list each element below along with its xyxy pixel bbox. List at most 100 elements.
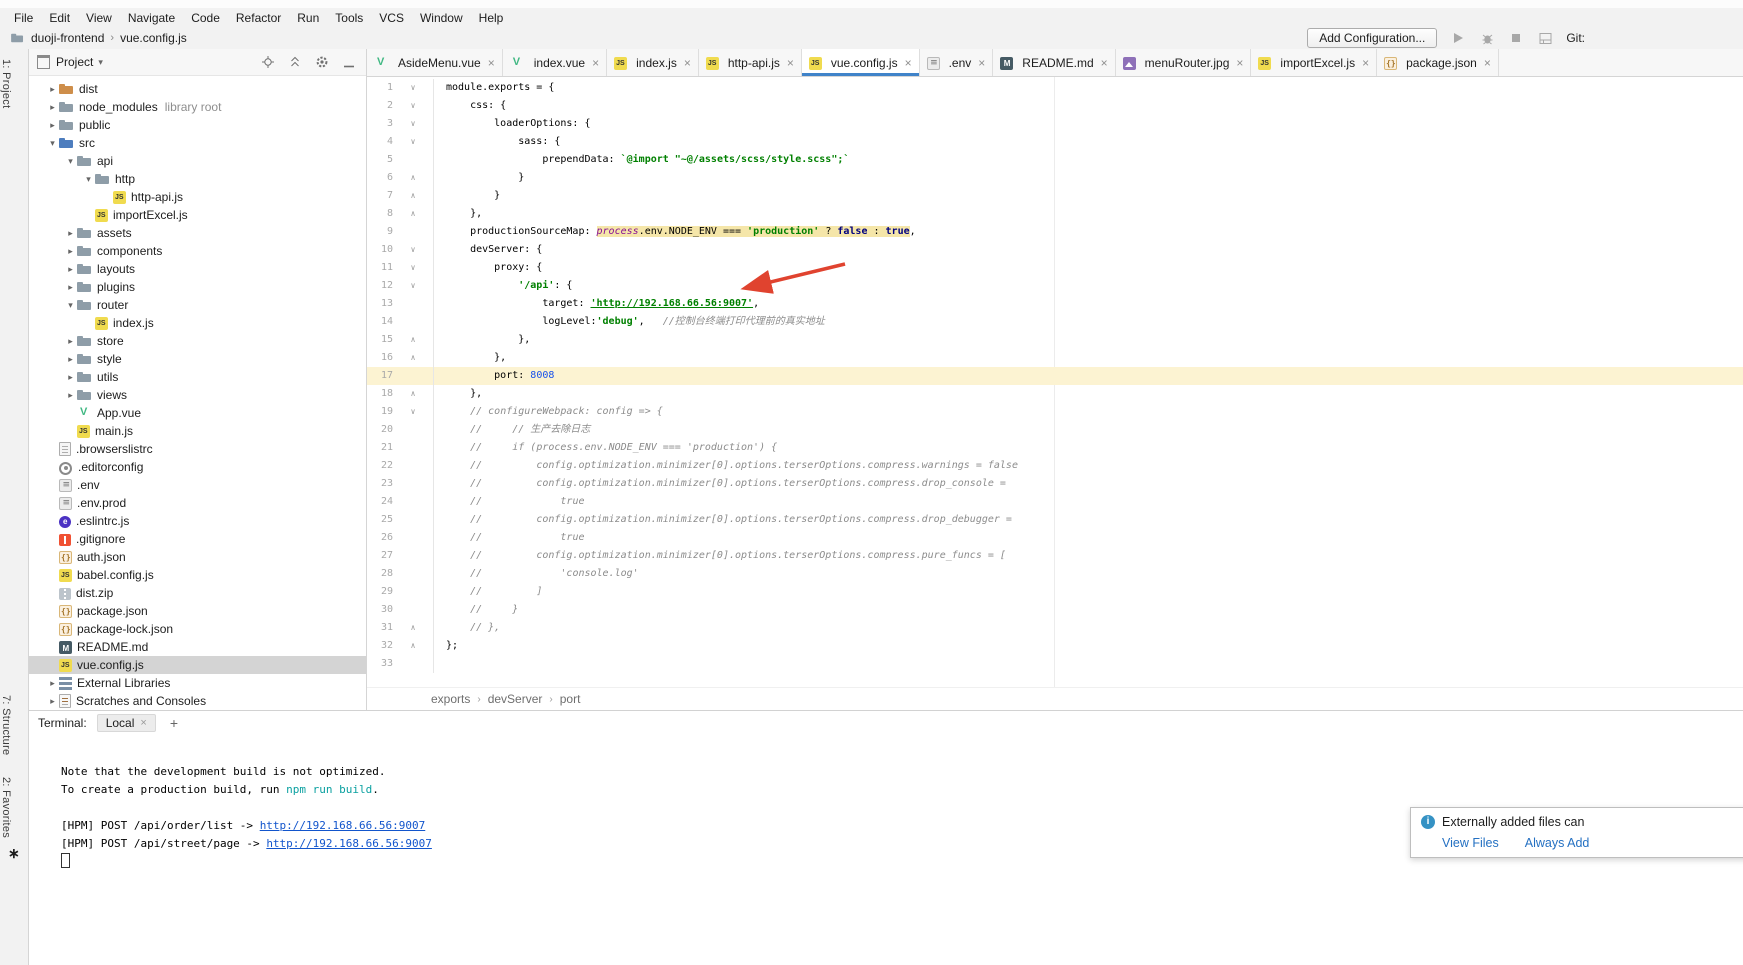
debug-icon[interactable]: [1479, 30, 1495, 46]
new-terminal-button[interactable]: +: [166, 715, 182, 731]
chevron-icon[interactable]: ▸: [46, 84, 59, 95]
code-line-26[interactable]: 26 // true: [367, 529, 1743, 547]
code-line-17[interactable]: 17 port: 8008: [367, 367, 1743, 385]
close-icon[interactable]: ×: [684, 56, 691, 70]
chevron-icon[interactable]: ▸: [46, 102, 59, 113]
code-line-24[interactable]: 24 // true: [367, 493, 1743, 511]
code-line-4[interactable]: 4∨ sass: {: [367, 133, 1743, 151]
tree-item-http-api-js[interactable]: http-api.js: [29, 188, 366, 206]
tree-item-readme-md[interactable]: README.md: [29, 638, 366, 656]
tree-item-babel-config-js[interactable]: babel.config.js: [29, 566, 366, 584]
code-line-22[interactable]: 22 // config.optimization.minimizer[0].o…: [367, 457, 1743, 475]
menu-navigate[interactable]: Navigate: [120, 9, 183, 27]
chevron-icon[interactable]: ▾: [64, 300, 77, 311]
tree-item-plugins[interactable]: ▸plugins: [29, 278, 366, 296]
tree-item-public[interactable]: ▸public: [29, 116, 366, 134]
code-line-18[interactable]: 18∧ },: [367, 385, 1743, 403]
close-icon[interactable]: ×: [140, 717, 146, 729]
menu-edit[interactable]: Edit: [41, 9, 78, 27]
stripe-tab-project[interactable]: 1: Project: [0, 53, 28, 114]
editor-tab-http-api-js[interactable]: http-api.js×: [699, 49, 802, 76]
editor-tab-package-json[interactable]: package.json×: [1377, 49, 1499, 76]
chevron-icon[interactable]: ▾: [82, 174, 95, 185]
fold-marker-icon[interactable]: ∧: [393, 187, 434, 205]
close-icon[interactable]: ×: [1236, 56, 1243, 70]
fold-marker-icon[interactable]: ∧: [393, 385, 434, 403]
tree-item-auth-json[interactable]: auth.json: [29, 548, 366, 566]
stop-icon[interactable]: [1508, 30, 1524, 46]
tree-item-utils[interactable]: ▸utils: [29, 368, 366, 386]
tree-item-gitignore[interactable]: .gitignore: [29, 530, 366, 548]
tree-item-assets[interactable]: ▸assets: [29, 224, 366, 242]
menu-vcs[interactable]: VCS: [371, 9, 412, 27]
code-line-13[interactable]: 13 target: 'http://192.168.66.56:9007',: [367, 295, 1743, 313]
chevron-icon[interactable]: ▾: [64, 156, 77, 167]
fold-marker-icon[interactable]: ∨: [393, 403, 434, 421]
close-icon[interactable]: ×: [1484, 56, 1491, 70]
code-line-28[interactable]: 28 // 'console.log': [367, 565, 1743, 583]
fold-marker-icon[interactable]: ∨: [393, 259, 434, 277]
fold-marker-icon[interactable]: ∧: [393, 205, 434, 223]
project-panel-title[interactable]: Project: [56, 55, 93, 69]
tree-item-components[interactable]: ▸components: [29, 242, 366, 260]
editor-breadcrumb-devserver[interactable]: devServer: [488, 692, 543, 706]
settings-icon[interactable]: [315, 55, 329, 69]
tree-item-eslintrc-js[interactable]: .eslintrc.js: [29, 512, 366, 530]
code-line-23[interactable]: 23 // config.optimization.minimizer[0].o…: [367, 475, 1743, 493]
editor-tab-asidemenu-vue[interactable]: AsideMenu.vue×: [367, 49, 503, 76]
chevron-icon[interactable]: ▸: [64, 390, 77, 401]
chevron-icon[interactable]: ▸: [64, 228, 77, 239]
code-line-20[interactable]: 20 // // 生产去除日志: [367, 421, 1743, 439]
close-icon[interactable]: ×: [787, 56, 794, 70]
fold-marker-icon[interactable]: ∨: [393, 241, 434, 259]
fold-marker-icon[interactable]: ∧: [393, 331, 434, 349]
breadcrumb-file[interactable]: vue.config.js: [116, 31, 191, 45]
tree-item-router[interactable]: ▾router: [29, 296, 366, 314]
menu-help[interactable]: Help: [471, 9, 512, 27]
editor-tab-vue-config-js[interactable]: vue.config.js×: [802, 49, 920, 76]
code-line-27[interactable]: 27 // config.optimization.minimizer[0].o…: [367, 547, 1743, 565]
git-widget-label[interactable]: Git:: [1566, 31, 1585, 45]
close-icon[interactable]: ×: [978, 56, 985, 70]
tree-item-store[interactable]: ▸store: [29, 332, 366, 350]
fold-marker-icon[interactable]: ∨: [393, 277, 434, 295]
tree-item-importexcel-js[interactable]: importExcel.js: [29, 206, 366, 224]
fold-marker-icon[interactable]: ∨: [393, 133, 434, 151]
editor-tab-index-vue[interactable]: index.vue×: [503, 49, 607, 76]
tree-item-dist-zip[interactable]: dist.zip: [29, 584, 366, 602]
add-configuration-button[interactable]: Add Configuration...: [1307, 28, 1437, 48]
menu-view[interactable]: View: [78, 9, 120, 27]
notification-link-view-files[interactable]: View Files: [1442, 836, 1499, 850]
chevron-icon[interactable]: ▸: [64, 246, 77, 257]
close-icon[interactable]: ×: [488, 56, 495, 70]
locate-icon[interactable]: [261, 55, 275, 69]
tree-item-app-vue[interactable]: App.vue: [29, 404, 366, 422]
terminal-link[interactable]: http://192.168.66.56:9007: [260, 819, 426, 832]
menu-run[interactable]: Run: [289, 9, 327, 27]
fold-marker-icon[interactable]: ∧: [393, 169, 434, 187]
code-line-29[interactable]: 29 // ]: [367, 583, 1743, 601]
code-line-10[interactable]: 10∨ devServer: {: [367, 241, 1743, 259]
tree-item-api[interactable]: ▾api: [29, 152, 366, 170]
tree-item-env-prod[interactable]: .env.prod: [29, 494, 366, 512]
chevron-icon[interactable]: ▾: [46, 138, 59, 149]
code-line-6[interactable]: 6∧ }: [367, 169, 1743, 187]
tree-item-style[interactable]: ▸style: [29, 350, 366, 368]
fold-marker-icon[interactable]: ∧: [393, 637, 434, 655]
menu-code[interactable]: Code: [183, 9, 228, 27]
code-line-5[interactable]: 5 prependData: `@import "~@/assets/scss/…: [367, 151, 1743, 169]
code-line-33[interactable]: 33: [367, 655, 1743, 673]
tree-item-node-modules[interactable]: ▸node_moduleslibrary root: [29, 98, 366, 116]
tree-item-main-js[interactable]: main.js: [29, 422, 366, 440]
code-line-1[interactable]: 1∨module.exports = {: [367, 79, 1743, 97]
code-line-14[interactable]: 14 logLevel:'debug', //控制台终端打印代理前的真实地址: [367, 313, 1743, 331]
chevron-icon[interactable]: ▸: [64, 336, 77, 347]
code-line-25[interactable]: 25 // config.optimization.minimizer[0].o…: [367, 511, 1743, 529]
stripe-tab-structure[interactable]: 7: Structure: [0, 689, 28, 761]
chevron-icon[interactable]: ▸: [64, 354, 77, 365]
tree-item-external-libraries[interactable]: ▸External Libraries: [29, 674, 366, 692]
stripe-tab-favorites[interactable]: 2: Favorites: [0, 771, 28, 844]
collapse-icon[interactable]: [288, 55, 302, 69]
fold-marker-icon[interactable]: ∨: [393, 79, 434, 97]
fold-marker-icon[interactable]: ∧: [393, 349, 434, 367]
